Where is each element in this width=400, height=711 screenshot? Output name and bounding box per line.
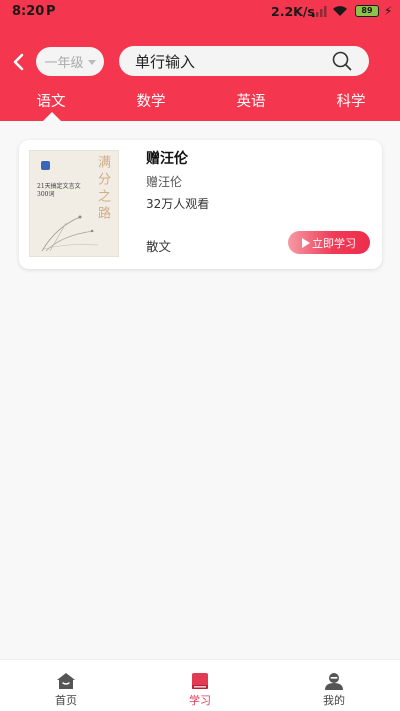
book-icon (192, 673, 208, 689)
chevron-down-icon (87, 59, 96, 65)
search-input-text: 单行输入 (135, 52, 196, 71)
search-input[interactable]: 单行输入 (119, 46, 369, 76)
chevron-left-icon (13, 53, 24, 71)
battery-level: 89 (361, 6, 373, 15)
nav-label-profile: 我的 (323, 694, 345, 707)
search-icon[interactable] (331, 50, 353, 72)
tab-math[interactable]: 数学 (121, 90, 181, 111)
active-tab-indicator (43, 112, 61, 121)
signal-icon (312, 6, 327, 17)
course-author: 赠汪伦 (146, 175, 183, 189)
wifi-icon (333, 6, 347, 16)
course-card[interactable]: 满分之路 21天搞定文言文300词 赠汪伦 赠汪伦 32万人观看 散文 立即学习 (19, 140, 382, 269)
course-view-count: 32万人观看 (146, 197, 210, 211)
start-learning-button[interactable]: 立即学习 (288, 231, 370, 254)
status-time: 8:20 (12, 4, 45, 19)
play-icon (302, 237, 310, 248)
tab-english[interactable]: 英语 (221, 90, 281, 111)
tab-chinese[interactable]: 语文 (21, 90, 81, 111)
status-bar: 8:20 P 2.2K/s 89 ⚡ (0, 0, 400, 24)
tab-science[interactable]: 科学 (321, 90, 381, 111)
charging-icon: ⚡ (384, 4, 393, 18)
book-cover-image: 满分之路 21天搞定文言文300词 (29, 150, 119, 257)
user-icon (325, 673, 343, 690)
back-button[interactable] (7, 50, 29, 74)
battery-icon: 89 (355, 5, 379, 17)
course-genre: 散文 (146, 239, 172, 254)
nav-label-study: 学习 (189, 694, 211, 707)
nav-item-profile[interactable]: 我的 (299, 660, 369, 711)
nav-item-home[interactable]: 首页 (31, 660, 101, 711)
nav-label-home: 首页 (55, 694, 77, 707)
grade-select-value: 一年级 (44, 56, 84, 71)
course-title: 赠汪伦 (146, 151, 188, 167)
publisher-logo-icon (41, 161, 50, 170)
nav-item-study[interactable]: 学习 (165, 660, 235, 711)
grade-select[interactable]: 一年级 (36, 47, 104, 76)
bottom-nav: 首页 学习 我的 (0, 659, 400, 711)
ink-orchid-illustration (41, 215, 99, 252)
start-learning-label: 立即学习 (312, 236, 356, 250)
home-icon (57, 673, 75, 689)
net-speed: 2.2K/s (271, 4, 315, 19)
carrier-icon: P (46, 4, 56, 19)
